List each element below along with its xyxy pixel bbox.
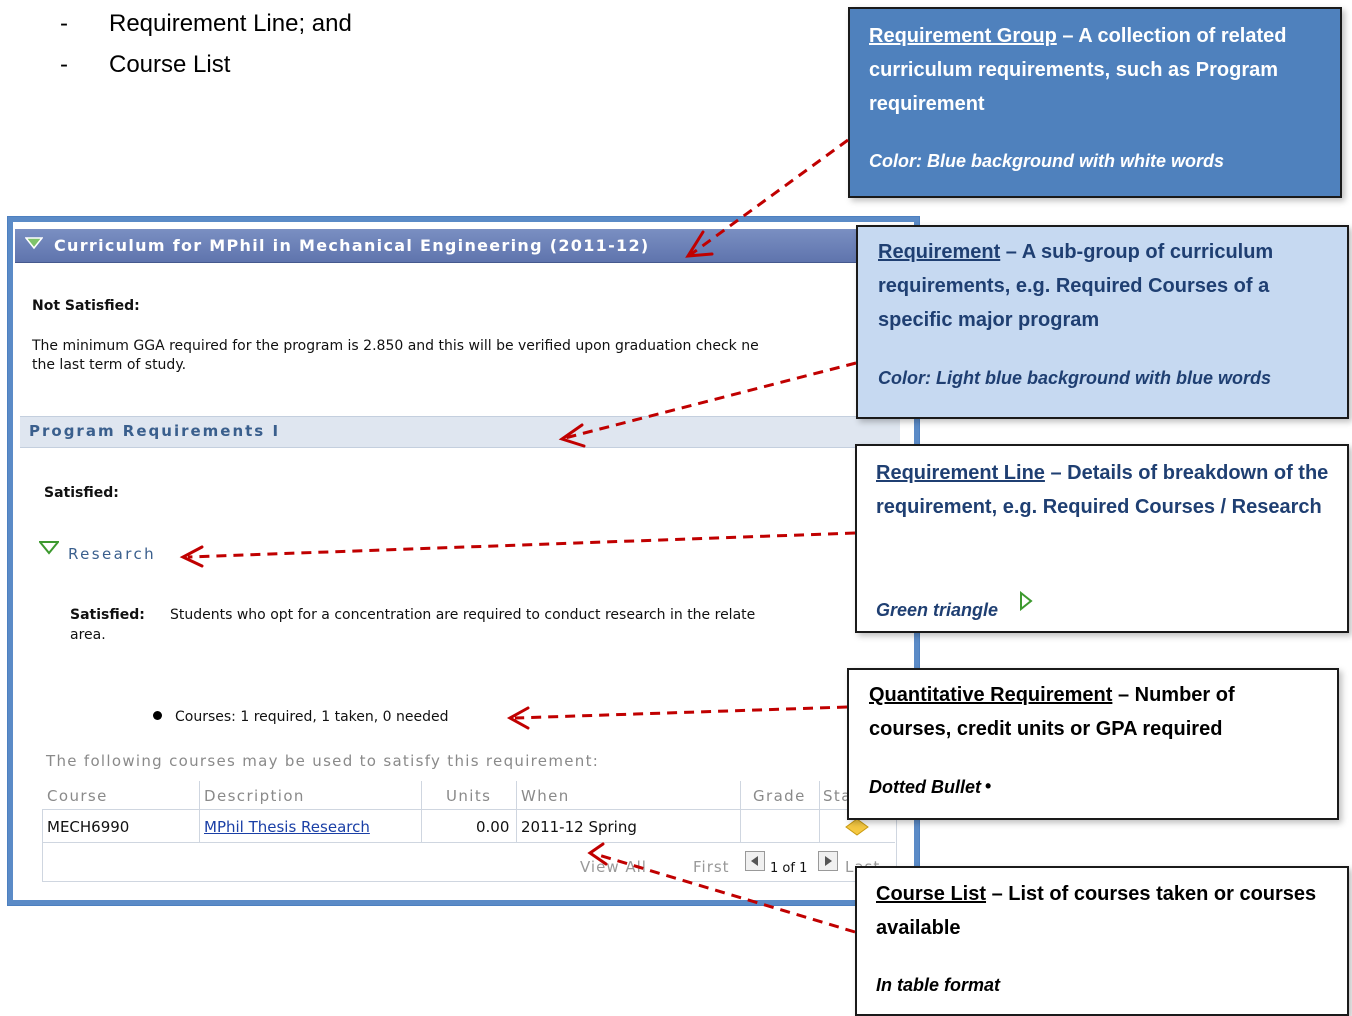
annotation-arrows xyxy=(179,138,857,934)
arrow-to-group xyxy=(689,138,849,257)
arrow-to-quant xyxy=(514,705,848,720)
arrowhead xyxy=(685,230,714,258)
arrowhead xyxy=(587,842,608,866)
arrow-to-requirement xyxy=(564,361,857,440)
arrow-to-line xyxy=(187,531,856,559)
arrowhead xyxy=(179,545,204,568)
arrow-to-course-list xyxy=(594,852,856,934)
